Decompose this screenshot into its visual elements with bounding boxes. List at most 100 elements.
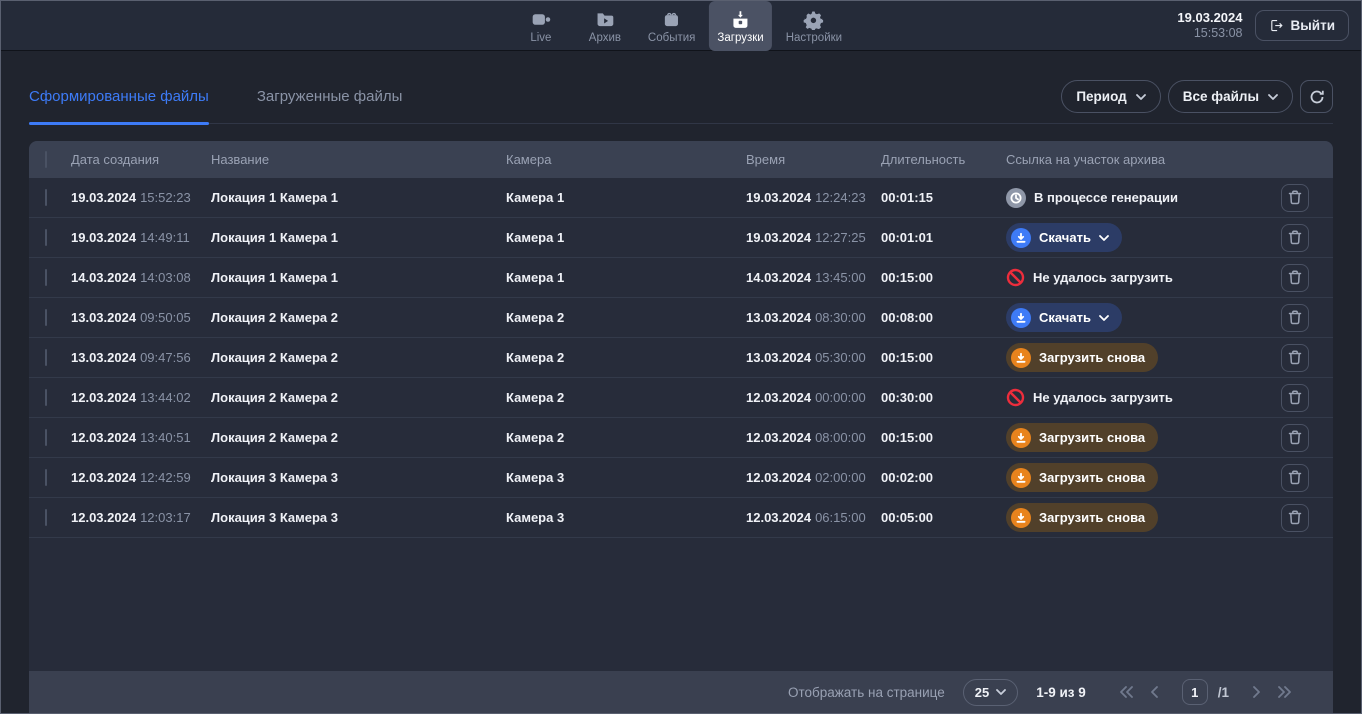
duration: 00:01:15 <box>881 190 1006 205</box>
nav-item-events[interactable]: События <box>640 1 703 51</box>
time-date: 13.03.2024 <box>746 310 811 325</box>
archive-link-cell: Загрузить снова <box>1006 463 1269 492</box>
tab-generated-files[interactable]: Сформированные файлы <box>29 88 209 123</box>
download-icon <box>1011 508 1031 528</box>
table-row: 12.03.202413:40:51 Локация 2 Камера 2 Ка… <box>29 418 1333 458</box>
camera-name: Камера 2 <box>506 430 746 445</box>
time-cell: 19.03.202412:24:23 <box>746 190 881 205</box>
file-name: Локация 1 Камера 1 <box>211 270 506 285</box>
table-row: 12.03.202412:03:17 Локация 3 Камера 3 Ка… <box>29 498 1333 538</box>
delete-button[interactable] <box>1281 384 1309 412</box>
trash-icon <box>1288 510 1302 525</box>
created-cell: 12.03.202412:03:17 <box>71 510 211 525</box>
row-checkbox[interactable] <box>45 509 47 526</box>
trash-icon <box>1288 430 1302 445</box>
created-cell: 12.03.202413:44:02 <box>71 390 211 405</box>
per-page-select[interactable]: 25 <box>963 679 1018 706</box>
created-time: 09:50:05 <box>140 310 191 325</box>
row-checkbox[interactable] <box>45 309 47 326</box>
archive-link-cell: Загрузить снова <box>1006 343 1269 372</box>
created-date: 19.03.2024 <box>71 230 136 245</box>
archive-link-cell: Загрузить снова <box>1006 503 1269 532</box>
refresh-icon <box>1309 89 1325 105</box>
nav-item-label: Настройки <box>786 32 842 44</box>
time-time: 02:00:00 <box>815 470 866 485</box>
events-icon <box>661 9 682 30</box>
row-checkbox[interactable] <box>45 469 47 486</box>
last-page-button[interactable] <box>1275 684 1293 700</box>
select-all-checkbox[interactable] <box>45 151 47 168</box>
logout-button[interactable]: Выйти <box>1255 10 1350 41</box>
time-cell: 12.03.202400:00:00 <box>746 390 881 405</box>
duration: 00:01:01 <box>881 230 1006 245</box>
first-page-button[interactable] <box>1118 684 1136 700</box>
prev-page-button[interactable] <box>1146 684 1164 700</box>
archive-link-cell: В процессе генерации <box>1006 188 1269 208</box>
delete-button[interactable] <box>1281 464 1309 492</box>
delete-button[interactable] <box>1281 504 1309 532</box>
nav-item-live[interactable]: Live <box>512 1 570 51</box>
time-cell: 14.03.202413:45:00 <box>746 270 881 285</box>
nav-item-downloads[interactable]: Загрузки <box>709 1 771 51</box>
next-page-button[interactable] <box>1247 684 1265 700</box>
logout-icon <box>1269 18 1284 33</box>
row-checkbox[interactable] <box>45 229 47 246</box>
current-page-input[interactable]: 1 <box>1182 679 1208 705</box>
delete-button[interactable] <box>1281 304 1309 332</box>
chevron-down-icon <box>1268 94 1278 100</box>
created-time: 15:52:23 <box>140 190 191 205</box>
delete-button[interactable] <box>1281 184 1309 212</box>
files-filter-button[interactable]: Все файлы <box>1168 80 1293 113</box>
delete-button[interactable] <box>1281 264 1309 292</box>
last-page-icon <box>1277 686 1291 698</box>
download-icon <box>1011 428 1031 448</box>
row-checkbox[interactable] <box>45 429 47 446</box>
nav-item-archive[interactable]: Архив <box>576 1 634 51</box>
refresh-button[interactable] <box>1300 80 1333 113</box>
table-row: 13.03.202409:50:05 Локация 2 Камера 2 Ка… <box>29 298 1333 338</box>
nav-item-settings[interactable]: Настройки <box>778 1 850 51</box>
time-time: 08:00:00 <box>815 430 866 445</box>
created-cell: 13.03.2024 09:50:05 <box>71 310 211 325</box>
tab-downloaded-files[interactable]: Загруженные файлы <box>257 88 403 123</box>
duration: 00:15:00 <box>881 270 1006 285</box>
column-header-created: Дата создания <box>71 152 211 167</box>
table-row: 13.03.202409:47:56 Локация 2 Камера 2 Ка… <box>29 338 1333 378</box>
top-bar: Live Архив События Загрузки Настройки 19… <box>1 1 1361 51</box>
trash-icon <box>1288 470 1302 485</box>
created-time: 14:49:11 <box>140 230 190 245</box>
row-checkbox[interactable] <box>45 189 47 206</box>
download-button[interactable]: Скачать <box>1006 303 1122 332</box>
per-page-label: Отображать на странице <box>788 685 945 700</box>
created-cell: 19.03.202415:52:23 <box>71 190 211 205</box>
main-nav: Live Архив События Загрузки Настройки <box>512 1 850 51</box>
row-checkbox[interactable] <box>45 269 47 286</box>
retry-download-button[interactable]: Загрузить снова <box>1006 503 1158 532</box>
page-content: Сформированные файлы Загруженные файлы П… <box>1 51 1361 713</box>
created-date: 13.03.2024 <box>71 310 136 325</box>
row-checkbox[interactable] <box>45 349 47 366</box>
download-icon <box>1011 308 1031 328</box>
file-name: Локация 2 Камера 2 <box>211 390 506 405</box>
column-header-archive-link: Ссылка на участок архива <box>1006 152 1269 167</box>
file-name: Локация 2 Камера 2 <box>211 430 506 445</box>
retry-download-button[interactable]: Загрузить снова <box>1006 463 1158 492</box>
file-name: Локация 3 Камера 3 <box>211 510 506 525</box>
time-time: 05:30:00 <box>815 350 866 365</box>
download-button[interactable]: Скачать <box>1006 223 1122 252</box>
row-checkbox[interactable] <box>45 389 47 406</box>
camera-name: Камера 3 <box>506 470 746 485</box>
period-filter-label: Период <box>1076 89 1126 104</box>
delete-button[interactable] <box>1281 424 1309 452</box>
downloads-table: Дата создания Название Камера Время Длит… <box>29 141 1333 713</box>
camera-name: Камера 3 <box>506 510 746 525</box>
duration: 00:05:00 <box>881 510 1006 525</box>
trash-icon <box>1288 310 1302 325</box>
retry-download-button[interactable]: Загрузить снова <box>1006 423 1158 452</box>
retry-download-button[interactable]: Загрузить снова <box>1006 343 1158 372</box>
delete-button[interactable] <box>1281 224 1309 252</box>
delete-button[interactable] <box>1281 344 1309 372</box>
period-filter-button[interactable]: Период <box>1061 80 1160 113</box>
created-time: 13:44:02 <box>140 390 191 405</box>
created-time: 14:03:08 <box>140 270 191 285</box>
